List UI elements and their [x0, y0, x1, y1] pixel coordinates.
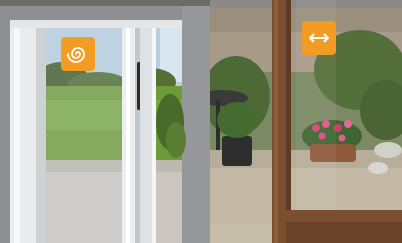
- sliding-screen-photo: [0, 0, 210, 243]
- sliding-feature-badge: [302, 21, 336, 55]
- bidirectional-arrow-icon: [302, 21, 336, 55]
- spiral-icon: [61, 37, 95, 71]
- screen-feature-badge: [61, 37, 95, 71]
- sliding-screen-illustration: [0, 0, 210, 243]
- wooden-door-photo: [210, 0, 402, 243]
